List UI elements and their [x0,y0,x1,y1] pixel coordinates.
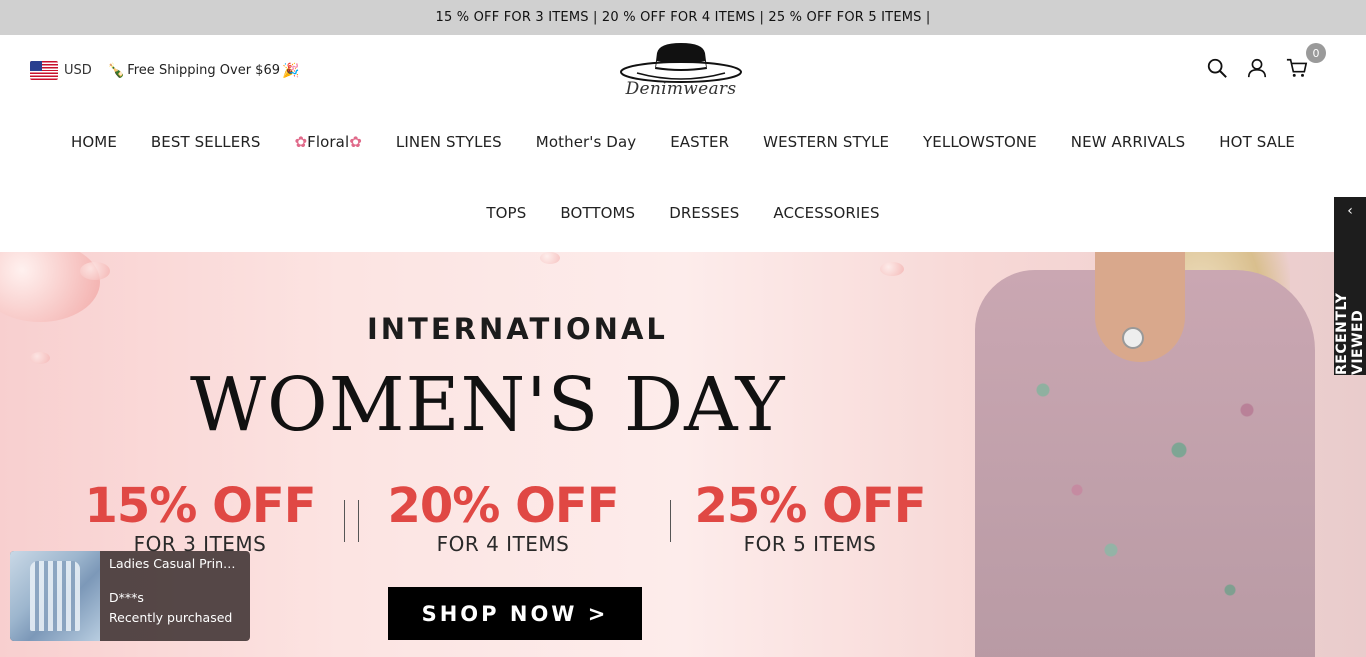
nav-linen-styles[interactable]: LINEN STYLES [379,133,519,151]
rose-decoration [0,252,100,322]
logo-wordmark: Denimwears [625,79,737,99]
free-shipping-text: Free Shipping Over $69 [127,63,280,78]
recent-purchase-popup[interactable]: Ladies Casual Print ... D***s Recently p… [10,551,250,641]
nav-best-sellers[interactable]: BEST SELLERS [134,133,278,151]
currency-selector[interactable]: USD [64,63,92,78]
search-icon[interactable] [1206,57,1228,79]
offer-quantity: FOR 4 ITEMS [436,532,570,556]
flower-icon: ✿ [294,133,308,151]
free-shipping-notice: 🍾 Free Shipping Over $69 🎉 [108,63,300,79]
chevron-left-icon: ‹ [1347,203,1353,219]
hero-title-international: INTERNATIONAL [367,312,668,346]
offer-4-items: 20% OFF FOR 4 ITEMS [383,480,623,556]
offer-divider [358,500,359,542]
site-logo[interactable]: Denimwears [617,39,745,107]
header-actions: 0 [1206,43,1326,79]
cart-button[interactable]: 0 [1286,43,1326,79]
necklace-pendant [1122,327,1144,349]
user-icon[interactable] [1246,57,1268,79]
petal-decoration [880,262,904,276]
petal-decoration [80,262,110,280]
nav-tops[interactable]: TOPS [469,204,543,222]
us-flag-icon[interactable] [30,61,58,80]
hero-title-womens-day: WOMEN'S DAY [190,362,786,448]
product-thumbnail [10,551,100,641]
nav-bottoms[interactable]: BOTTOMS [543,204,652,222]
recently-viewed-tab[interactable]: ‹ RECENTLY VIEWED [1334,197,1366,375]
petal-decoration [30,352,50,364]
nav-yellowstone[interactable]: YELLOWSTONE [906,133,1054,151]
offer-quantity: FOR 5 ITEMS [743,532,877,556]
nav-easter[interactable]: EASTER [653,133,746,151]
popup-status: Recently purchased [109,609,233,625]
flower-icon: ✿ [349,133,362,151]
nav-new-arrivals[interactable]: NEW ARRIVALS [1054,133,1202,151]
bottle-icon: 🍾 [107,62,126,79]
popup-body: Ladies Casual Print ... D***s Recently p… [100,551,247,641]
offer-3-items: 15% OFF FOR 3 ITEMS [80,480,320,556]
header-left: USD 🍾 Free Shipping Over $69 🎉 [30,61,299,80]
nav-dresses[interactable]: DRESSES [652,204,756,222]
cart-count-badge: 0 [1306,43,1326,63]
popup-buyer: D***s [109,590,144,606]
model-image [975,252,1315,657]
announcement-text: 15 % OFF FOR 3 ITEMS | 20 % OFF FOR 4 IT… [435,10,931,25]
petal-decoration [540,252,560,264]
main-nav-row1: HOME BEST SELLERS ✿Floral✿ LINEN STYLES … [0,133,1366,151]
party-popper-icon: 🎉 [282,62,300,79]
nav-floral[interactable]: ✿Floral✿ [277,133,378,151]
nav-mothers-day[interactable]: Mother's Day [519,133,653,151]
announcement-bar: 15 % OFF FOR 3 ITEMS | 20 % OFF FOR 4 IT… [0,0,1366,35]
main-nav-row2: TOPS BOTTOMS DRESSES ACCESSORIES [0,204,1366,222]
nav-accessories[interactable]: ACCESSORIES [756,204,896,222]
nav-floral-label: Floral [307,133,350,151]
popup-product-title: Ladies Casual Print ... [109,557,239,571]
offer-divider [670,500,671,542]
offer-percent: 15% OFF [84,478,317,534]
offer-percent: 20% OFF [387,478,620,534]
site-header: USD 🍾 Free Shipping Over $69 🎉 Denimwear… [0,35,1366,108]
offer-divider [344,500,345,542]
offer-percent: 25% OFF [694,478,927,534]
nav-home[interactable]: HOME [54,133,134,151]
shop-now-button[interactable]: SHOP NOW > [388,587,642,640]
nav-hot-sale[interactable]: HOT SALE [1202,133,1312,151]
cart-icon [1286,58,1308,77]
offer-5-items: 25% OFF FOR 5 ITEMS [690,480,930,556]
nav-western-style[interactable]: WESTERN STYLE [746,133,906,151]
recently-viewed-label: RECENTLY VIEWED [1334,292,1366,375]
